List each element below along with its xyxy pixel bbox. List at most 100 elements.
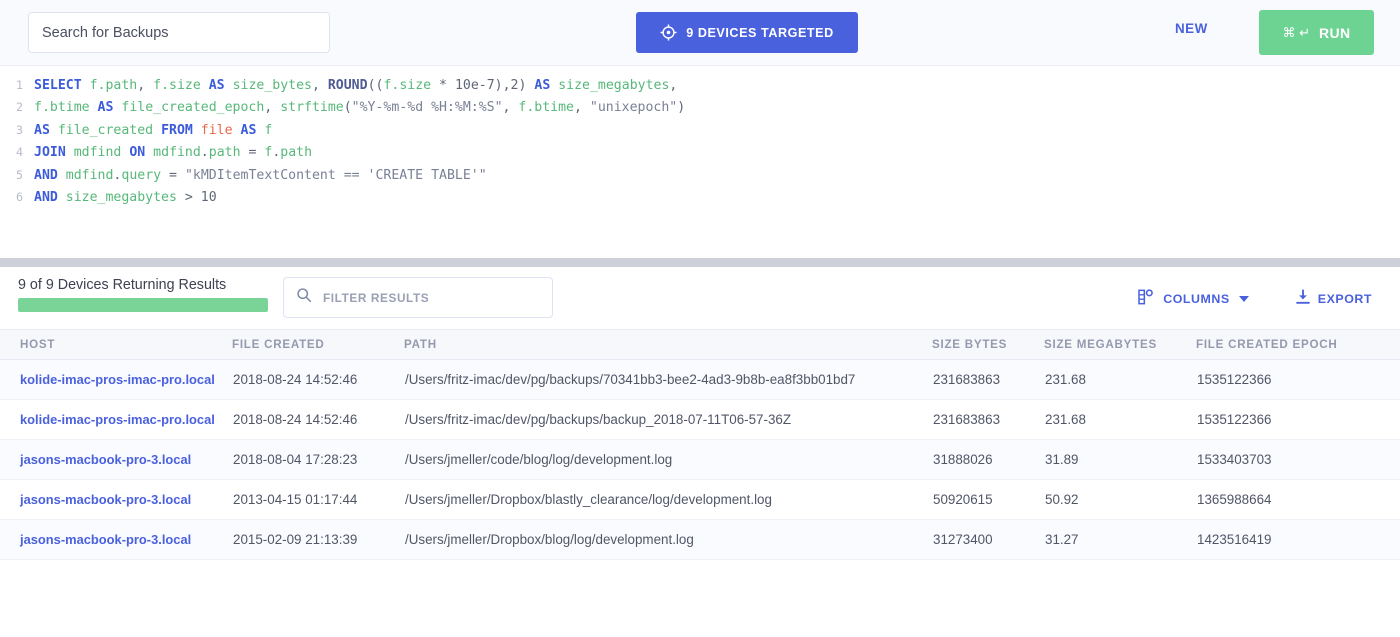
device-progress-fill — [18, 298, 268, 312]
editor-results-splitter[interactable] — [0, 258, 1400, 267]
column-header-size-bytes[interactable]: SIZE BYTES — [932, 329, 1044, 360]
cell-file-created-epoch: 1423516419 — [1196, 519, 1400, 560]
devices-targeted-button[interactable]: 9 DEVICES TARGETED — [636, 12, 858, 53]
search-input[interactable] — [28, 12, 330, 53]
table-row[interactable]: jasons-macbook-pro-3.local 2015-02-09 21:… — [0, 519, 1400, 560]
cell-host[interactable]: jasons-macbook-pro-3.local — [0, 519, 232, 560]
cell-size-bytes: 31273400 — [932, 519, 1044, 560]
cell-host[interactable]: jasons-macbook-pro-3.local — [0, 479, 232, 520]
code-token: "unixepoch" — [589, 100, 678, 116]
table-header-row: HOST FILE CREATED PATH SIZE BYTES SIZE M… — [0, 329, 1400, 360]
run-query-button[interactable]: ⌘ ↵ RUN — [1259, 10, 1374, 55]
code-token: f.btime — [518, 100, 574, 116]
code-token: f.size — [383, 78, 432, 93]
code-token: , — [137, 78, 154, 93]
results-table-head: HOST FILE CREATED PATH SIZE BYTES SIZE M… — [0, 329, 1400, 360]
code-token: , — [669, 78, 678, 93]
sql-code-body[interactable]: 1 SELECT f.path, f.size AS size_bytes, RO… — [0, 78, 1400, 212]
host-link[interactable]: jasons-macbook-pro-3.local — [20, 452, 191, 467]
code-line-number: 4 — [16, 145, 23, 160]
column-header-size-megabytes[interactable]: SIZE MEGABYTES — [1044, 329, 1196, 360]
code-token: AS — [208, 78, 225, 93]
code-line-number: 2 — [16, 100, 23, 115]
code-line-content: AND size_megabytes > 10 — [34, 190, 217, 205]
table-row[interactable]: jasons-macbook-pro-3.local 2018-08-04 17:… — [0, 439, 1400, 480]
run-shortcut-keys: ⌘ ↵ — [1282, 24, 1310, 40]
code-token: > — [184, 189, 193, 205]
table-row[interactable]: jasons-macbook-pro-3.local 2013-04-15 01:… — [0, 479, 1400, 520]
cell-path: /Users/jmeller/Dropbox/blastly_clearance… — [404, 479, 932, 520]
cell-file-created: 2015-02-09 21:13:39 — [232, 519, 404, 560]
columns-settings-icon — [1138, 289, 1156, 308]
host-link[interactable]: jasons-macbook-pro-3.local — [20, 492, 191, 507]
export-button[interactable]: EXPORT — [1295, 289, 1372, 308]
filter-results-field[interactable] — [283, 277, 553, 318]
cell-host[interactable]: jasons-macbook-pro-3.local — [0, 439, 232, 480]
download-icon — [1295, 289, 1311, 308]
results-actions: COLUMNS EXPORT — [1138, 289, 1372, 308]
code-token: AS — [34, 122, 50, 138]
host-link[interactable]: jasons-macbook-pro-3.local — [20, 532, 191, 547]
device-progress-bar — [18, 298, 268, 312]
cell-file-created-epoch: 1535122366 — [1196, 359, 1400, 400]
code-line[interactable]: 1 SELECT f.path, f.size AS size_bytes, RO… — [0, 78, 1400, 100]
cell-file-created-epoch: 1533403703 — [1196, 439, 1400, 480]
cell-path: /Users/fritz-imac/dev/pg/backups/backup_… — [404, 399, 932, 440]
column-header-path[interactable]: PATH — [404, 329, 932, 360]
code-token: ), — [494, 78, 511, 93]
column-header-host[interactable]: HOST — [0, 329, 232, 360]
sql-editor[interactable]: 1 SELECT f.path, f.size AS size_bytes, RO… — [0, 66, 1400, 258]
code-token: AS — [97, 100, 114, 116]
host-link[interactable]: kolide-imac-pros-imac-pro.local — [20, 412, 215, 427]
filter-results-input[interactable] — [321, 289, 540, 306]
code-line[interactable]: 4 JOIN mdfind ON mdfind.path = f.path — [0, 145, 1400, 167]
cell-path: /Users/fritz-imac/dev/pg/backups/70341bb… — [404, 359, 932, 400]
code-line[interactable]: 2 f.btime AS file_created_epoch, strftime… — [0, 100, 1400, 122]
cell-size-megabytes: 231.68 — [1044, 399, 1196, 440]
table-row[interactable]: kolide-imac-pros-imac-pro.local 2018-08-2… — [0, 399, 1400, 440]
code-token: * — [439, 78, 447, 93]
cell-size-megabytes: 31.89 — [1044, 439, 1196, 480]
code-token: SELECT — [34, 78, 82, 93]
device-status: 9 of 9 Devices Returning Results — [18, 277, 268, 312]
code-token: AND — [34, 167, 58, 183]
results-table: HOST FILE CREATED PATH SIZE BYTES SIZE M… — [0, 329, 1400, 560]
code-token: query — [121, 167, 162, 183]
cell-size-bytes: 231683863 — [932, 359, 1044, 400]
table-row[interactable]: kolide-imac-pros-imac-pro.local 2018-08-2… — [0, 359, 1400, 400]
cell-size-bytes: 50920615 — [932, 479, 1044, 520]
code-token: , — [311, 78, 328, 93]
cell-size-bytes: 31888026 — [932, 439, 1044, 480]
code-token: ) — [518, 78, 535, 93]
cell-host[interactable]: kolide-imac-pros-imac-pro.local — [0, 399, 232, 440]
code-line[interactable]: 6 AND size_megabytes > 10 — [0, 190, 1400, 212]
search-icon — [296, 287, 312, 308]
new-query-button[interactable]: NEW — [1175, 21, 1208, 36]
code-token: strftime — [280, 100, 344, 116]
cell-path: /Users/jmeller/Dropbox/blog/log/developm… — [404, 519, 932, 560]
code-token: "kMDItemTextContent == 'CREATE TABLE'" — [184, 167, 487, 183]
code-token: AND — [34, 189, 58, 205]
column-header-file-created[interactable]: FILE CREATED — [232, 329, 404, 360]
code-token: . — [200, 145, 209, 161]
export-label: EXPORT — [1317, 291, 1372, 306]
cell-host[interactable]: kolide-imac-pros-imac-pro.local — [0, 359, 232, 400]
column-header-file-created-epoch[interactable]: FILE CREATED EPOCH — [1196, 329, 1400, 360]
code-line-number: 3 — [16, 122, 23, 137]
code-line[interactable]: 3 AS file_created FROM file AS f — [0, 123, 1400, 145]
code-token: 10e-7 — [454, 78, 495, 93]
columns-button[interactable]: COLUMNS — [1138, 289, 1249, 308]
host-link[interactable]: kolide-imac-pros-imac-pro.local — [20, 372, 215, 387]
code-line[interactable]: 5 AND mdfind.query = "kMDItemTextContent … — [0, 168, 1400, 190]
